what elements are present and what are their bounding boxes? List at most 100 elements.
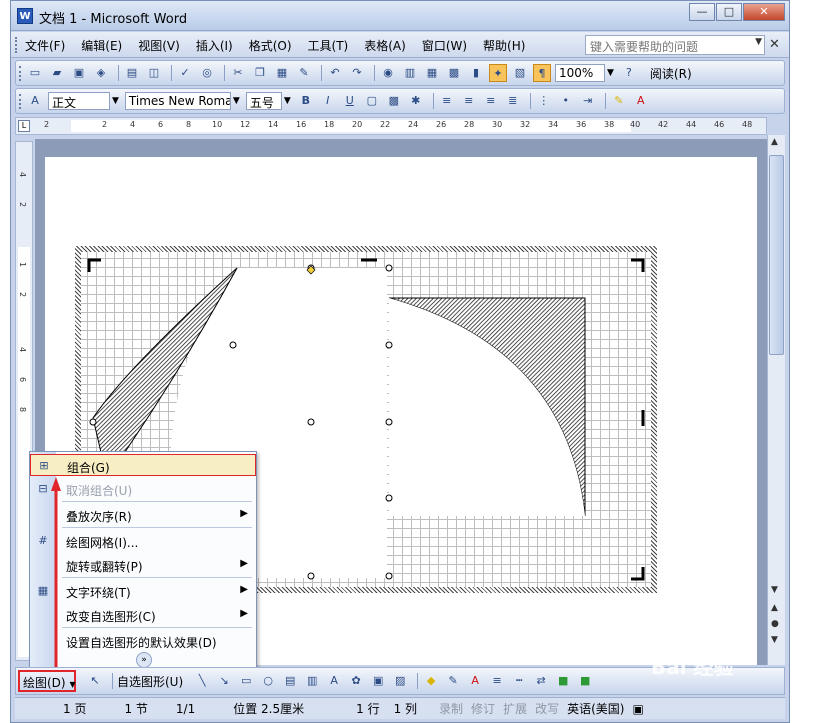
- menu-item-grid[interactable]: # 绘图网格(I)...: [30, 530, 256, 552]
- scrollbar-thumb[interactable]: [769, 155, 784, 355]
- menu-edit[interactable]: 编辑(E): [81, 37, 122, 54]
- menu-view[interactable]: 视图(V): [138, 37, 180, 54]
- document-map-icon[interactable]: ▧: [511, 64, 529, 82]
- insert-table-icon[interactable]: ▦: [423, 64, 441, 82]
- scroll-down-icon[interactable]: ▼: [771, 585, 778, 595]
- document-close-icon[interactable]: ✕: [769, 37, 780, 52]
- status-record[interactable]: 录制: [439, 700, 463, 717]
- show-hide-icon[interactable]: ¶: [533, 64, 551, 82]
- menu-insert[interactable]: 插入(I): [196, 37, 233, 54]
- menu-item-text-wrap[interactable]: ▦ 文字环绕(T) ▶: [30, 580, 256, 602]
- horizontal-ruler[interactable]: L 2 2 4 6 8 10 12 14 16 18 20 22 24 26 2…: [15, 117, 767, 135]
- menu-item-group[interactable]: ⊞ 组合(G): [30, 454, 256, 476]
- vertical-text-box-icon[interactable]: ▥: [303, 672, 321, 690]
- tables-borders-icon[interactable]: ▥: [401, 64, 419, 82]
- canvas-corner-handle[interactable]: [631, 567, 645, 581]
- char-scale-icon[interactable]: ✱: [407, 92, 425, 110]
- minimize-button[interactable]: —: [689, 3, 715, 21]
- selection-handle[interactable]: [385, 341, 393, 349]
- chevron-down-icon[interactable]: ▼: [233, 96, 240, 106]
- selection-handle[interactable]: [385, 264, 393, 272]
- toolbar-grip-handle[interactable]: [19, 66, 22, 81]
- expand-menu-icon[interactable]: »: [136, 652, 152, 668]
- menu-item-change-autoshape[interactable]: 改变自选图形(C) ▶: [30, 604, 256, 626]
- print-preview-icon[interactable]: ◫: [145, 64, 163, 82]
- wordart-icon[interactable]: A: [325, 672, 343, 690]
- cut-icon[interactable]: ✂: [229, 64, 247, 82]
- tab-selector-icon[interactable]: L: [18, 120, 30, 132]
- font-select[interactable]: Times New Roman: [124, 92, 231, 110]
- numbering-icon[interactable]: ⋮: [535, 92, 553, 110]
- font-color-icon[interactable]: A: [466, 672, 484, 690]
- indent-icon[interactable]: ⇥: [579, 92, 597, 110]
- menu-table[interactable]: 表格(A): [364, 37, 406, 54]
- redo-icon[interactable]: ↷: [348, 64, 366, 82]
- close-button[interactable]: ✕: [743, 3, 785, 21]
- menu-window[interactable]: 窗口(W): [422, 37, 467, 54]
- paste-icon[interactable]: ▦: [273, 64, 291, 82]
- diagram-icon[interactable]: ✿: [347, 672, 365, 690]
- next-page-icon[interactable]: ▼: [771, 635, 778, 645]
- selection-handle[interactable]: [385, 494, 393, 502]
- arrow-icon[interactable]: ↘: [215, 672, 233, 690]
- copy-icon[interactable]: ❐: [251, 64, 269, 82]
- browse-object-icon[interactable]: ●: [771, 619, 779, 629]
- chevron-down-icon[interactable]: ▼: [755, 37, 762, 47]
- hyperlink-icon[interactable]: ◉: [379, 64, 397, 82]
- chevron-down-icon[interactable]: ▼: [607, 68, 614, 78]
- underline-button[interactable]: U: [341, 92, 359, 110]
- 3d-style-icon[interactable]: ■: [576, 672, 594, 690]
- status-overtype[interactable]: 改写: [535, 700, 559, 717]
- menu-format[interactable]: 格式(O): [249, 37, 292, 54]
- status-extend[interactable]: 扩展: [503, 700, 527, 717]
- styles-pane-icon[interactable]: A: [26, 92, 44, 110]
- justify-icon[interactable]: ≣: [504, 92, 522, 110]
- line-style-icon[interactable]: ≡: [488, 672, 506, 690]
- canvas-corner-handle[interactable]: [631, 258, 645, 272]
- font-size-select[interactable]: 五号: [245, 92, 282, 110]
- word-app-icon[interactable]: W: [17, 8, 33, 24]
- bold-button[interactable]: B: [297, 92, 315, 110]
- research-icon[interactable]: ◎: [198, 64, 216, 82]
- open-icon[interactable]: ▰: [48, 64, 66, 82]
- align-left-icon[interactable]: ≡: [438, 92, 456, 110]
- char-shading-icon[interactable]: ▩: [385, 92, 403, 110]
- highlight-icon[interactable]: ✎: [610, 92, 628, 110]
- text-box-icon[interactable]: ▤: [281, 672, 299, 690]
- format-painter-icon[interactable]: ✎: [295, 64, 313, 82]
- print-icon[interactable]: ▤: [123, 64, 141, 82]
- permission-icon[interactable]: ◈: [92, 64, 110, 82]
- chevron-down-icon[interactable]: ▼: [284, 96, 291, 106]
- selection-handle[interactable]: [385, 572, 393, 580]
- autoshapes-menu-button[interactable]: 自选图形(U): [117, 673, 183, 690]
- arrow-style-icon[interactable]: ⇄: [532, 672, 550, 690]
- spelling-icon[interactable]: ✓: [176, 64, 194, 82]
- zoom-select[interactable]: 100%: [555, 64, 605, 82]
- help-icon[interactable]: ?: [620, 64, 638, 82]
- align-center-icon[interactable]: ≡: [460, 92, 478, 110]
- font-color-icon[interactable]: A: [632, 92, 650, 110]
- status-language[interactable]: 英语(美国): [567, 700, 624, 717]
- selection-handle[interactable]: [385, 418, 393, 426]
- rectangle-icon[interactable]: ▭: [237, 672, 255, 690]
- oval-icon[interactable]: ○: [259, 672, 277, 690]
- dash-style-icon[interactable]: ┅: [510, 672, 528, 690]
- vertical-scrollbar[interactable]: ▲ ▼ ▲ ● ▼: [767, 135, 785, 665]
- toolbar-grip-handle[interactable]: [19, 94, 22, 109]
- draw-menu-button[interactable]: 绘图(D) ▼: [18, 670, 76, 692]
- insert-excel-icon[interactable]: ▩: [445, 64, 463, 82]
- select-objects-icon[interactable]: ↖: [86, 672, 104, 690]
- bullets-icon[interactable]: •: [557, 92, 575, 110]
- undo-icon[interactable]: ↶: [326, 64, 344, 82]
- menu-grip-handle[interactable]: [15, 37, 18, 53]
- menu-help[interactable]: 帮助(H): [483, 37, 525, 54]
- shadow-style-icon[interactable]: ■: [554, 672, 572, 690]
- align-right-icon[interactable]: ≡: [482, 92, 500, 110]
- new-icon[interactable]: ▭: [26, 64, 44, 82]
- fill-color-icon[interactable]: ◆: [422, 672, 440, 690]
- style-select[interactable]: 正文: [48, 92, 110, 110]
- line-color-icon[interactable]: ✎: [444, 672, 462, 690]
- selection-handle[interactable]: [229, 341, 237, 349]
- line-icon[interactable]: ╲: [193, 672, 211, 690]
- menu-item-ungroup[interactable]: ⊟ 取消组合(U): [30, 478, 256, 500]
